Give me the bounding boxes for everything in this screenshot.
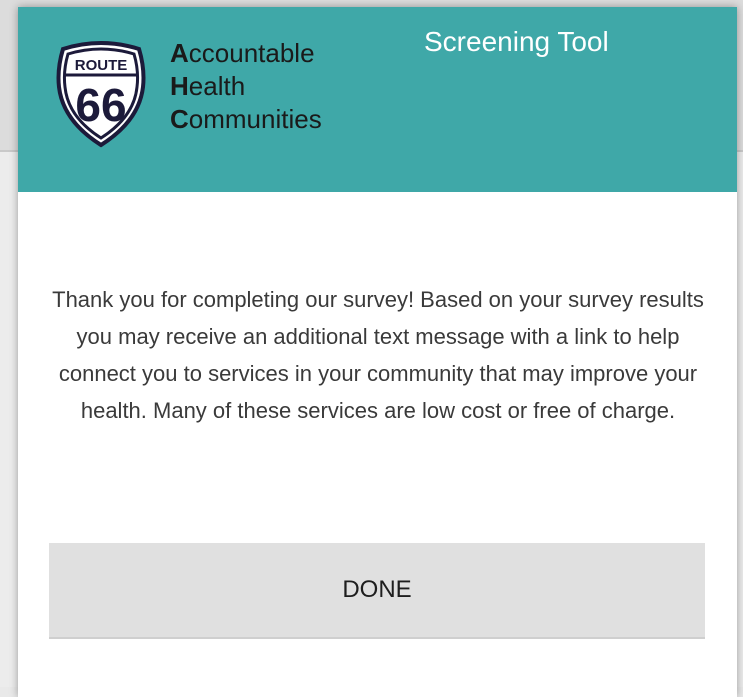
thank-you-message: Thank you for completing our survey! Bas… bbox=[52, 287, 704, 423]
shield-route-text: ROUTE bbox=[75, 57, 128, 74]
shield-number-text: 66 bbox=[75, 79, 126, 131]
dialog-header: ROUTE 66 Accountable Health Communities … bbox=[18, 7, 737, 192]
brand-name: Accountable Health Communities bbox=[170, 37, 322, 136]
completion-dialog: ROUTE 66 Accountable Health Communities … bbox=[18, 7, 737, 697]
brand-line-health: Health bbox=[170, 71, 246, 101]
page-title: Screening Tool bbox=[424, 26, 609, 57]
route-66-shield-logo: ROUTE 66 bbox=[56, 41, 146, 148]
done-button[interactable]: DONE bbox=[49, 543, 705, 639]
brand-line-accountable: Accountable bbox=[170, 38, 315, 68]
brand-line-communities: Communities bbox=[170, 104, 322, 134]
